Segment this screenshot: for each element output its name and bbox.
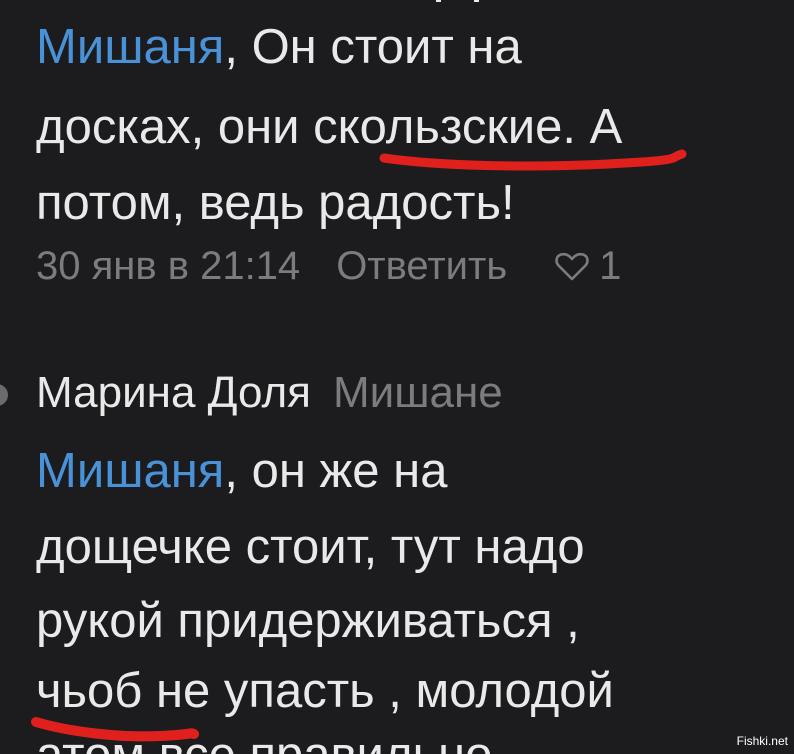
- watermark: Fishki.net: [736, 734, 788, 748]
- highlighted-word: скользские: [313, 100, 563, 154]
- comment-1-line-1: Мишаня, Он стоит на: [36, 16, 522, 78]
- comment-2-text: не упасть , молодой: [142, 664, 614, 718]
- mention-link[interactable]: Мишаня: [36, 20, 224, 74]
- comment-2-line-1: Мишаня, он же на: [36, 440, 447, 502]
- comment-2-line-2: дощечке стоит, тут надо: [36, 516, 585, 578]
- comment-2-text: дощечке стоит, тут надо: [36, 520, 585, 574]
- comment-1-text: потом, ведь радость!: [36, 176, 515, 230]
- cut-off-text-fragment: [436, 0, 479, 2]
- like-count: 1: [599, 244, 622, 288]
- comment-2-header: Марина Доля Мишане: [36, 368, 503, 418]
- comment-1-text: . А: [562, 100, 623, 154]
- comment-2-line-5-cut: атом все правильно: [36, 724, 492, 754]
- like-button[interactable]: 1: [555, 244, 621, 289]
- thread-indicator: [0, 384, 8, 406]
- comment-2-text: рукой придерживаться ,: [36, 594, 580, 648]
- author-name[interactable]: Марина Доля: [36, 368, 311, 417]
- comment-2-line-4: чьоб не упасть , молодой: [36, 660, 614, 722]
- comment-2-line-3: рукой придерживаться ,: [36, 590, 580, 652]
- mention-link[interactable]: Мишаня: [36, 444, 224, 498]
- comment-1-meta: 30 янв в 21:14 Ответить 1: [36, 244, 621, 289]
- comment-date: 30 янв в 21:14: [36, 244, 301, 288]
- comment-1-line-3: потом, ведь радость!: [36, 172, 515, 234]
- highlighted-word: чьоб: [36, 664, 143, 718]
- heart-icon: [555, 252, 589, 280]
- comment-1-text: досках, они: [36, 100, 314, 154]
- comment-2-text: , он же на: [224, 444, 448, 498]
- comment-1-line-2: досках, они скользские. А: [36, 96, 622, 158]
- comment-1-text: , Он стоит на: [224, 20, 522, 74]
- comment-2-text: атом все правильно: [36, 728, 492, 754]
- reply-button[interactable]: Ответить: [336, 244, 507, 289]
- reply-to-name[interactable]: Мишане: [333, 368, 503, 417]
